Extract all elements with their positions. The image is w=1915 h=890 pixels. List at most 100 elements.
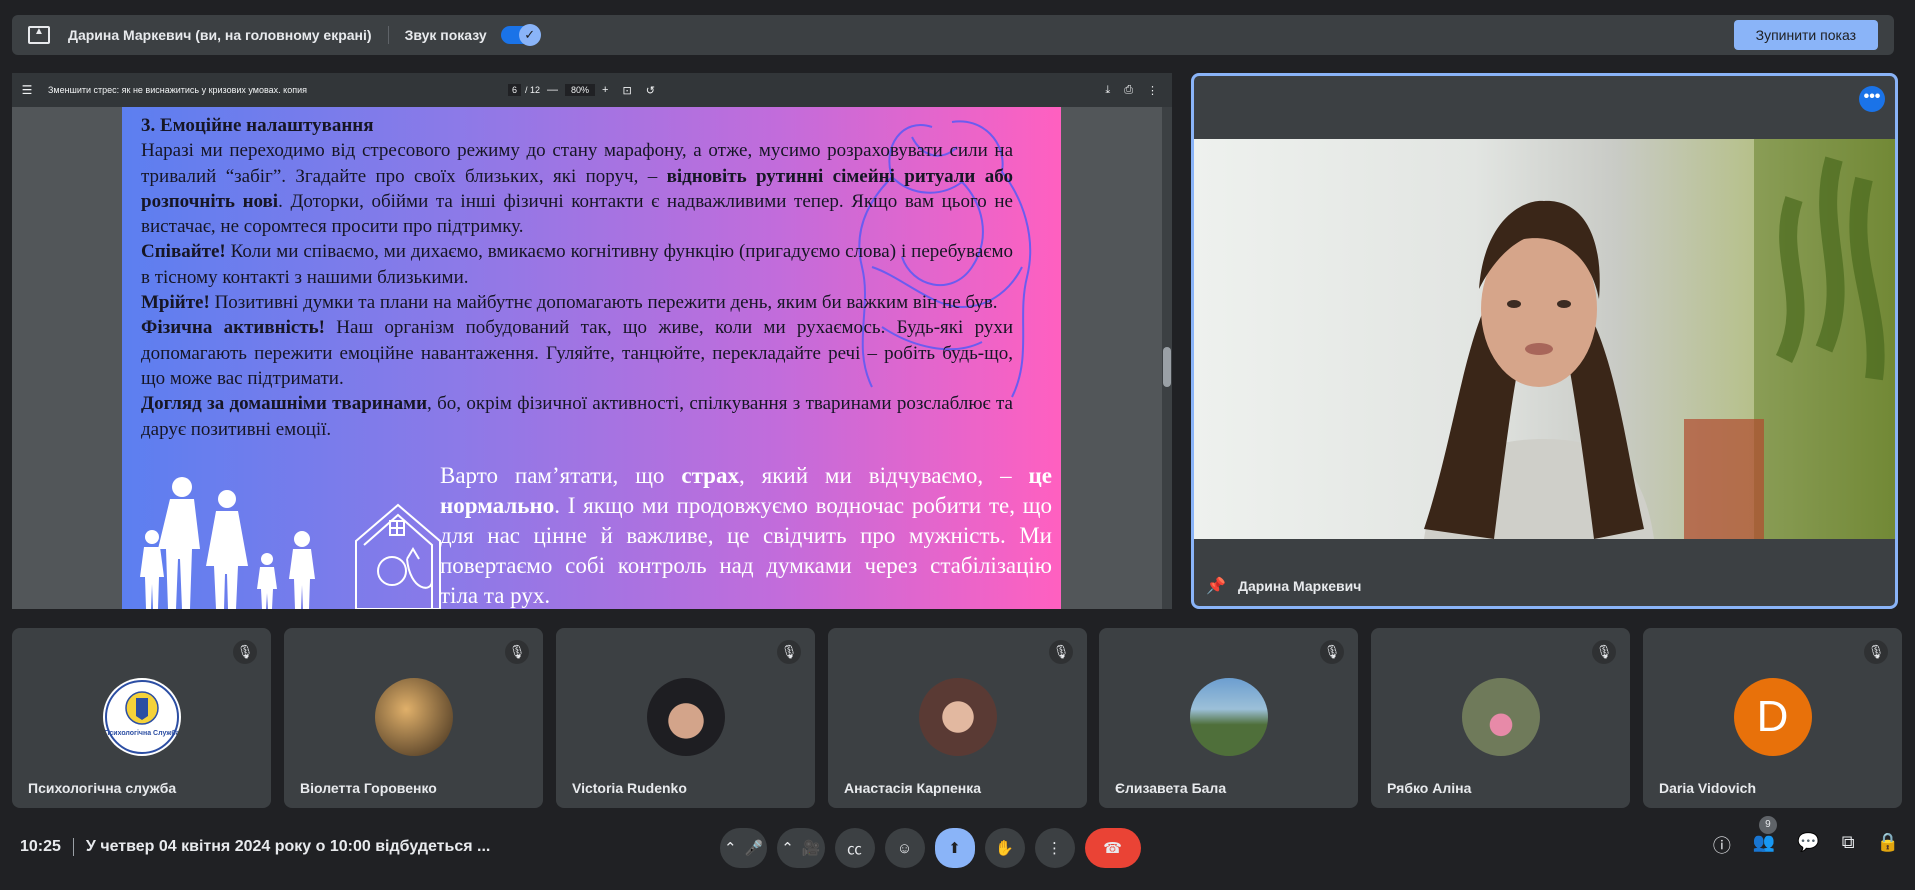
- pdf-toolbar: ☰ Зменшити стрес: як не виснажитись у кр…: [12, 73, 1172, 107]
- quote3: , який ми відчуваємо, –: [738, 463, 1029, 488]
- people-icon[interactable]: 👥 9: [1753, 816, 1777, 858]
- logo-text: Психологічна Служба: [104, 729, 179, 737]
- captions-icon[interactable]: ㏄: [834, 828, 875, 868]
- avatar: [1461, 678, 1540, 756]
- pdf-quote: Варто пам’ятати, що страх, який ми відчу…: [440, 461, 1052, 609]
- participant-name: Victoria Rudenko: [572, 780, 687, 796]
- participant-name: Єлизавета Бала: [1115, 780, 1227, 796]
- meeting-details: 10:25 У четвер 04 квітня 2024 року о 10:…: [20, 838, 490, 856]
- people-count-badge: 9: [1758, 816, 1777, 834]
- mic-off-icon: 🎙: [1320, 640, 1344, 664]
- video-control: ⌃ 🎥: [777, 828, 825, 868]
- speaker-name: Дарина Маркевич: [1238, 578, 1362, 594]
- avatar: [646, 678, 725, 756]
- emoji-icon[interactable]: ☺: [884, 828, 925, 868]
- para2b: Коли ми співаємо, ми дихаємо, вмикаємо к…: [141, 241, 1013, 288]
- share-screen-icon: [28, 26, 50, 44]
- mic-off-icon: 🎙: [505, 640, 529, 664]
- mic-off-icon: 🎙: [1049, 640, 1073, 664]
- quote2: страх: [681, 463, 739, 488]
- more-options-icon[interactable]: •••: [1859, 86, 1885, 112]
- activities-icon[interactable]: ⧉: [1842, 832, 1855, 858]
- page-total: / 12: [525, 85, 541, 95]
- presenter-label: Дарина Маркевич (ви, на головному екрані…: [68, 27, 372, 43]
- para2a: Співайте!: [141, 241, 226, 263]
- participant-tile[interactable]: 🎙 Victoria Rudenko: [556, 628, 815, 808]
- page-indicator: 6 / 12: [508, 84, 540, 96]
- menu-icon[interactable]: ☰: [12, 83, 42, 97]
- para5a: Догляд за домашніми тваринами: [141, 393, 428, 415]
- sound-label: Звук показу: [404, 27, 487, 43]
- participant-name: Анастасія Карпенка: [844, 780, 982, 796]
- mic-off-icon: 🎙: [1592, 640, 1616, 664]
- avatar: D: [1733, 678, 1812, 756]
- avatar: [1189, 678, 1268, 756]
- end-call-icon[interactable]: ☎: [1084, 828, 1141, 868]
- page-input[interactable]: 6: [508, 84, 522, 96]
- mic-icon[interactable]: 🎤: [745, 839, 764, 857]
- meet-window: Дарина Маркевич (ви, на головному екрані…: [0, 0, 1915, 890]
- pdf-viewer: ☰ Зменшити стрес: як не виснажитись у кр…: [12, 73, 1172, 609]
- participant-tile[interactable]: 🎙 D Daria Vidovich: [1643, 628, 1902, 808]
- participant-tile[interactable]: 🎙 Віолетта Горовенко: [284, 628, 543, 808]
- more-icon[interactable]: ⋮: [1034, 828, 1075, 868]
- pets-house-illustration: [355, 503, 441, 609]
- hand-icon[interactable]: ✋: [984, 828, 1025, 868]
- mic-off-icon: 🎙: [233, 640, 257, 664]
- rotate-icon[interactable]: ↺: [646, 84, 655, 97]
- participant-name: Рябко Аліна: [1387, 780, 1472, 796]
- pdf-page: 3. Емоційне налаштування Наразі ми перех…: [122, 107, 1061, 609]
- fit-page-icon[interactable]: ⊡: [622, 84, 631, 97]
- print-icon[interactable]: ⎙: [1124, 84, 1133, 97]
- pdf-scrollbar[interactable]: [1162, 107, 1172, 609]
- clock: 10:25: [20, 838, 61, 855]
- avatar: [918, 678, 997, 756]
- chat-icon[interactable]: 💬: [1797, 832, 1819, 858]
- para3a: Мрійте!: [141, 292, 210, 314]
- speaker-video: [1194, 139, 1895, 539]
- sound-toggle[interactable]: ✓: [500, 24, 541, 46]
- camera-icon[interactable]: 🎥: [802, 839, 821, 857]
- present-icon[interactable]: ⬆: [934, 828, 975, 868]
- more-vert-icon[interactable]: ⋮: [1147, 84, 1158, 97]
- participant-tile[interactable]: 🎙 Рябко Аліна: [1371, 628, 1630, 808]
- participant-name: Daria Vidovich: [1659, 780, 1757, 796]
- speaker-video-scene: [1424, 139, 1895, 539]
- scroll-thumb[interactable]: [1163, 347, 1171, 387]
- pin-icon[interactable]: 📌: [1206, 576, 1226, 596]
- audio-control: ⌃ 🎤: [720, 828, 768, 868]
- avatar: Психологічна Служба: [102, 678, 181, 756]
- divider: [387, 26, 389, 44]
- psych-service-logo: Психологічна Служба: [104, 680, 179, 754]
- stop-presenting-button[interactable]: Зупинити показ: [1733, 20, 1878, 50]
- divider: [72, 838, 74, 856]
- participant-name: Віолетта Горовенко: [300, 780, 437, 796]
- zoom-input[interactable]: 80%: [565, 84, 596, 96]
- presenting-bar: Дарина Маркевич (ви, на головному екрані…: [12, 15, 1894, 55]
- mic-off-icon: 🎙: [777, 640, 801, 664]
- para3b: Позитивні думки та плани на майбутнє доп…: [209, 292, 998, 314]
- participant-name: Психологічна служба: [28, 780, 177, 796]
- para4a: Фізична активність!: [141, 317, 325, 339]
- side-controls: ⓘ 👥 9 💬 ⧉ 🔒: [1713, 816, 1899, 858]
- info-icon[interactable]: ⓘ: [1713, 832, 1731, 858]
- meeting-title[interactable]: У четвер 04 квітня 2024 року о 10:00 від…: [86, 838, 490, 856]
- participant-tile[interactable]: 🎙 Анастасія Карпенка: [828, 628, 1087, 808]
- participant-tile[interactable]: 🎙 Психологічна Служба Психологічна служб…: [12, 628, 271, 808]
- quote1: Варто пам’ятати, що: [440, 463, 682, 488]
- zoom-out-button[interactable]: —: [547, 84, 558, 96]
- pdf-text-block: 3. Емоційне налаштування Наразі ми перех…: [141, 113, 1013, 442]
- zoom-in-button[interactable]: +: [602, 84, 608, 96]
- family-silhouette: [140, 477, 315, 609]
- check-icon: ✓: [518, 24, 541, 46]
- speaker-tile[interactable]: ••• 📌 Дарина Маркевич: [1191, 73, 1898, 609]
- mic-off-icon: 🎙: [1864, 640, 1888, 664]
- section-heading: 3. Емоційне налаштування: [141, 115, 374, 136]
- chevron-up-icon[interactable]: ⌃: [781, 839, 794, 857]
- participant-tile[interactable]: 🎙 Єлизавета Бала: [1099, 628, 1358, 808]
- lock-icon[interactable]: 🔒: [1877, 832, 1899, 858]
- download-icon[interactable]: ⤓: [1105, 84, 1110, 97]
- pdf-title: Зменшити стрес: як не виснажитись у криз…: [48, 85, 307, 95]
- chevron-up-icon[interactable]: ⌃: [724, 839, 737, 857]
- avatar: [374, 678, 453, 756]
